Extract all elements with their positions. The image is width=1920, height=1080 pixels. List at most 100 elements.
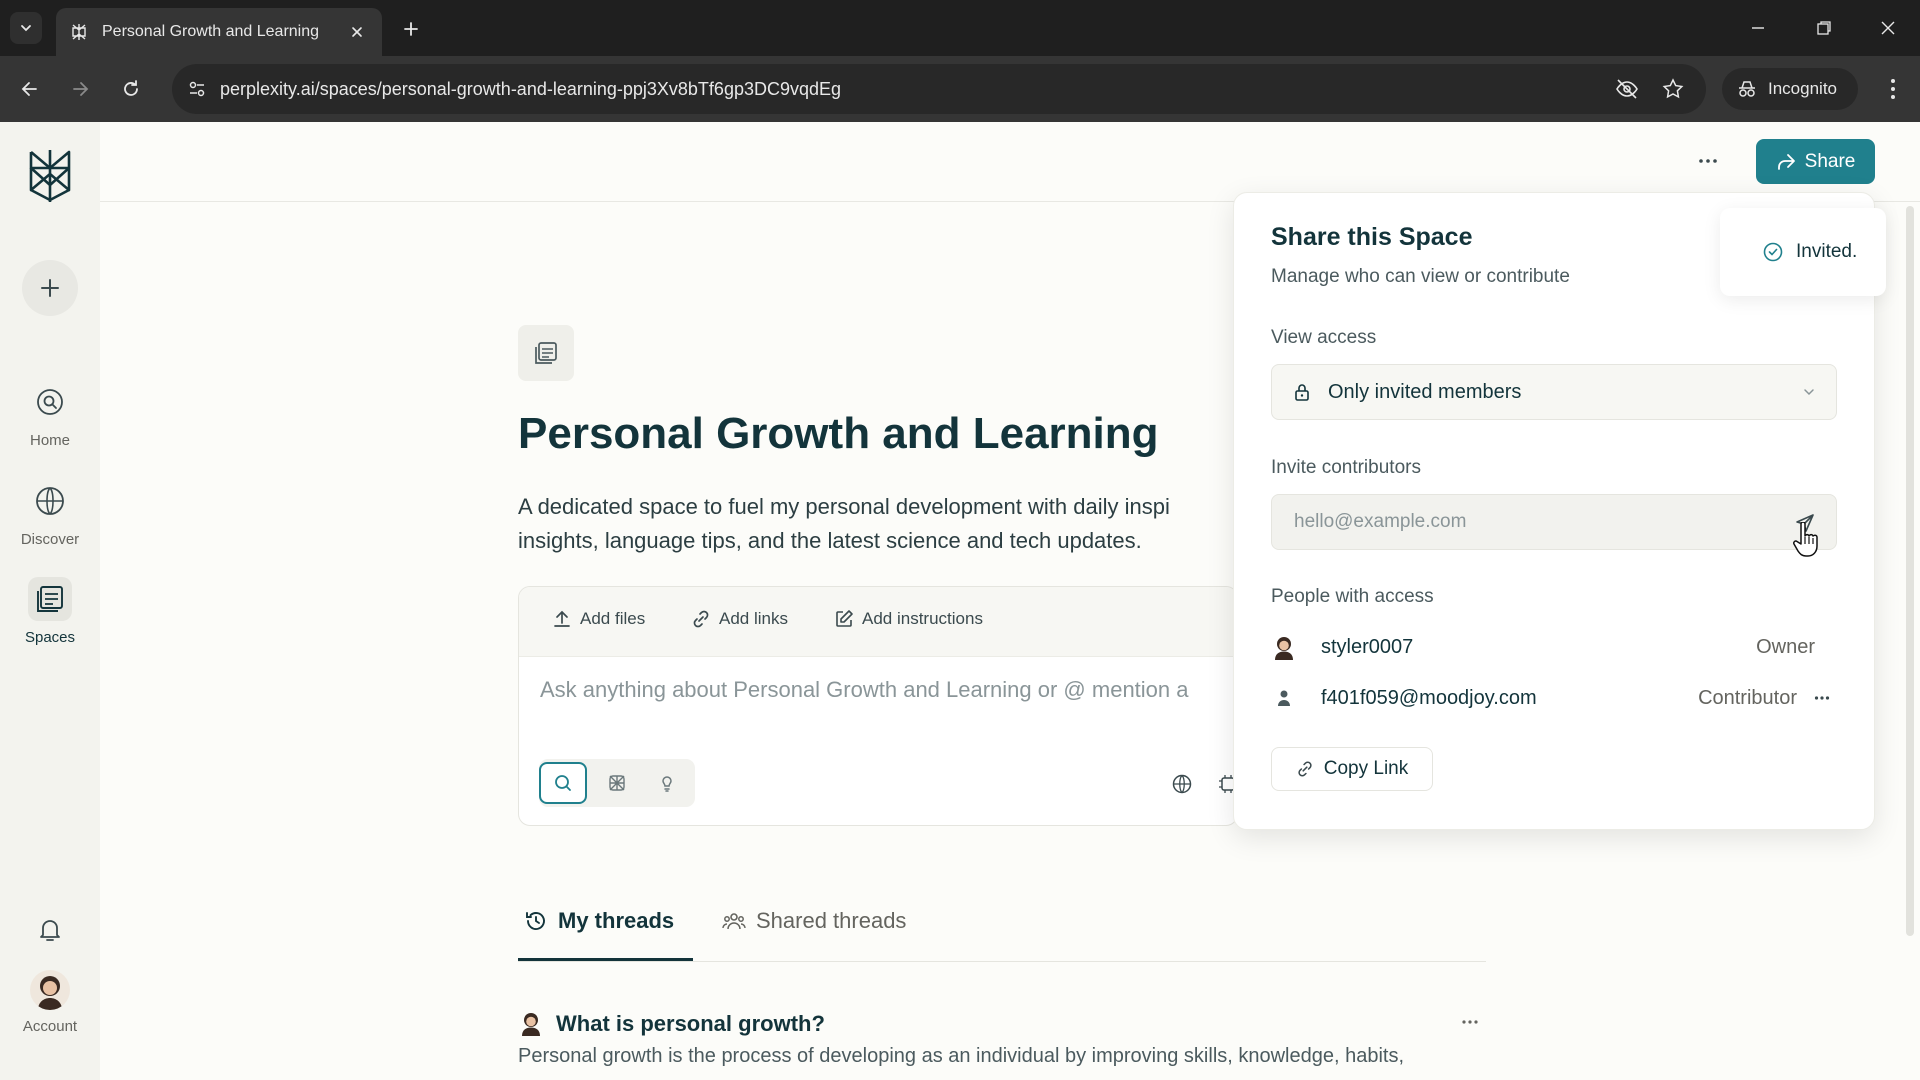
mode-reasoning-button[interactable]: [643, 762, 691, 804]
restore-icon: [1817, 21, 1831, 35]
person-row: f401f059@moodjoy.com Contributor: [1271, 680, 1837, 716]
tab-close-icon[interactable]: [346, 21, 368, 43]
person-name: f401f059@moodjoy.com: [1321, 686, 1537, 709]
thread-title[interactable]: What is personal growth?: [556, 1011, 825, 1037]
ask-composer: Add files Add links Add instructions Ask…: [518, 586, 1238, 826]
browser-tab[interactable]: Personal Growth and Learning: [56, 8, 382, 56]
address-bar[interactable]: perplexity.ai/spaces/personal-growth-and…: [172, 64, 1706, 114]
sidebar-item-discover[interactable]: Discover: [0, 479, 100, 548]
share-button[interactable]: Share: [1756, 139, 1875, 184]
copy-link-button[interactable]: Copy Link: [1271, 747, 1433, 791]
popover-title: Share this Space: [1271, 223, 1473, 251]
spaces-icon: [535, 342, 557, 364]
view-access-select[interactable]: Only invited members: [1271, 364, 1837, 420]
url-text: perplexity.ai/spaces/personal-growth-and…: [220, 79, 842, 99]
add-files-label: Add files: [580, 609, 646, 628]
more-options-button[interactable]: [1690, 146, 1726, 176]
forward-button[interactable]: [63, 72, 97, 106]
tune-icon: [189, 81, 205, 97]
link-icon: [693, 610, 709, 628]
bookmark-star-icon[interactable]: [1658, 74, 1688, 104]
tab-title: Personal Growth and Learning: [102, 23, 320, 40]
lightbulb-icon: [662, 776, 672, 792]
plus-icon: [404, 22, 418, 36]
active-tab-indicator: [518, 958, 693, 961]
close-icon: [1881, 21, 1895, 35]
incognito-icon: [1739, 81, 1755, 97]
link-icon: [1298, 761, 1312, 777]
thread-author-avatar: [522, 1013, 540, 1036]
lock-icon: [1295, 384, 1309, 401]
thread-more-button[interactable]: [1456, 1010, 1484, 1034]
incognito-indicator[interactable]: Incognito: [1722, 68, 1858, 110]
upload-icon: [554, 610, 570, 627]
thread-snippet: Personal growth is the process of develo…: [518, 1045, 1405, 1067]
mode-research-button[interactable]: [593, 762, 641, 804]
edit-icon: [836, 610, 853, 627]
search-mode-selector: [539, 759, 695, 807]
add-instructions-label: Add instructions: [862, 609, 983, 628]
perplexity-logo-icon[interactable]: [25, 148, 75, 204]
history-icon: [526, 912, 545, 930]
add-links-button[interactable]: Add links: [691, 609, 788, 629]
share-label: Share: [1804, 150, 1856, 172]
sidebar-item-spaces[interactable]: Spaces: [0, 577, 100, 646]
tab-search-button[interactable]: [10, 12, 42, 44]
toast-text: Invited.: [1796, 241, 1858, 262]
site-info-button[interactable]: [180, 72, 214, 106]
notifications-bell-icon[interactable]: [30, 910, 70, 950]
sidebar-item-home[interactable]: Home: [0, 380, 100, 449]
avatar: [1271, 634, 1297, 660]
check-circle-icon: [1763, 242, 1783, 262]
account-label: Account: [22, 1018, 78, 1035]
threads-tabs: My threads Shared threads: [518, 900, 1486, 962]
sidebar-item-label: Discover: [20, 531, 80, 548]
person-row: styler0007 Owner: [1271, 629, 1837, 665]
add-files-button[interactable]: Add files: [552, 609, 645, 629]
page-title: Personal Growth and Learning: [518, 409, 1159, 458]
user-icon: [1271, 685, 1297, 711]
incognito-label: Incognito: [1768, 79, 1837, 98]
copy-link-label: Copy Link: [1323, 758, 1409, 779]
mode-search-button[interactable]: [539, 762, 587, 804]
page-scrollbar[interactable]: [1906, 206, 1914, 936]
add-instructions-button[interactable]: Add instructions: [834, 609, 983, 629]
ask-input[interactable]: Ask anything about Personal Growth and L…: [540, 677, 1189, 703]
tab-shared-threads[interactable]: Shared threads: [722, 908, 906, 934]
browser-toolbar: perplexity.ai/spaces/personal-growth-and…: [0, 56, 1920, 122]
browser-tab-bar: Personal Growth and Learning: [0, 0, 1920, 56]
minimize-button[interactable]: [1736, 10, 1780, 46]
invite-contributors-label: Invite contributors: [1271, 457, 1421, 478]
new-tab-button[interactable]: [396, 14, 426, 44]
browser-menu-button[interactable]: [1876, 72, 1910, 106]
restore-button[interactable]: [1802, 10, 1846, 46]
more-horizontal-icon[interactable]: [1807, 695, 1837, 701]
back-button[interactable]: [13, 72, 47, 106]
invite-email-input[interactable]: [1271, 494, 1837, 550]
view-access-label: View access: [1271, 327, 1377, 348]
new-thread-button[interactable]: [22, 260, 78, 316]
reload-button[interactable]: [114, 72, 148, 106]
tab-my-threads[interactable]: My threads: [524, 908, 674, 934]
search-circle-icon: [28, 380, 72, 424]
reload-icon: [124, 80, 138, 96]
account-menu[interactable]: Account: [0, 970, 100, 1035]
more-horizontal-icon: [1462, 1020, 1478, 1024]
more-vertical-icon: [1891, 79, 1895, 99]
plus-icon: [41, 279, 59, 297]
minimize-icon: [1752, 27, 1764, 29]
person-role: Contributor: [1698, 686, 1797, 709]
tab-my-threads-label: My threads: [558, 908, 675, 933]
research-icon: [609, 775, 625, 791]
close-window-button[interactable]: [1866, 10, 1910, 46]
app-sidebar: Home Discover Spaces Account: [0, 122, 100, 1080]
space-icon[interactable]: [518, 325, 574, 381]
users-icon: [722, 913, 746, 930]
sources-globe-icon[interactable]: [1167, 769, 1197, 799]
perplexity-favicon-icon: [70, 23, 88, 41]
hand-pointer-cursor-icon: [1793, 522, 1818, 557]
composer-actions-bar: Add files Add links Add instructions: [519, 587, 1237, 657]
arrow-right-icon: [73, 82, 89, 96]
eye-off-icon[interactable]: [1612, 74, 1642, 104]
people-with-access-label: People with access: [1271, 586, 1434, 607]
